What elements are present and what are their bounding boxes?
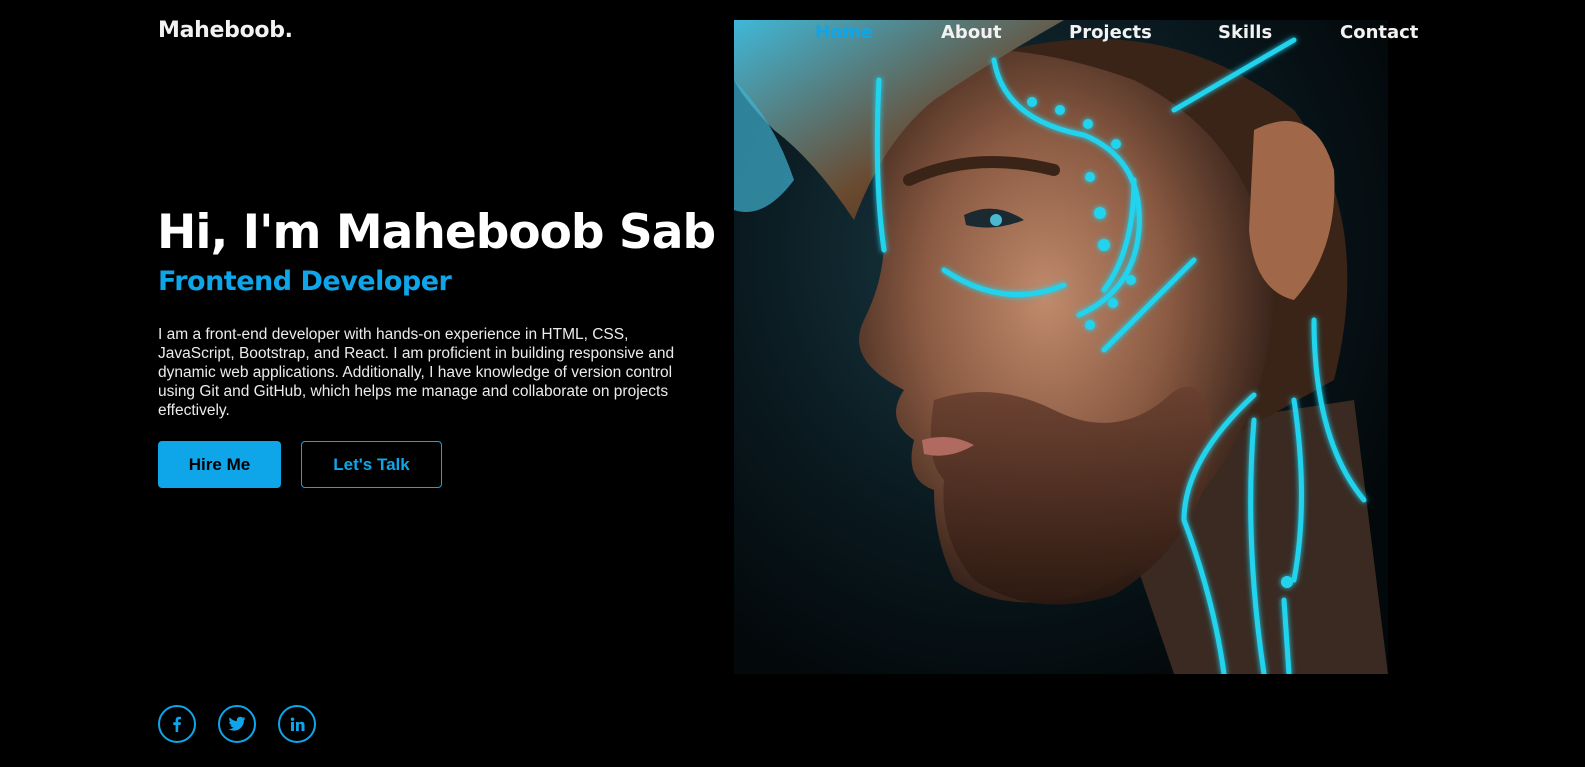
main-nav: Home About Projects Skills Contact (0, 22, 1585, 52)
facebook-icon (173, 716, 181, 732)
nav-item-contact[interactable]: Contact (1340, 22, 1418, 43)
facebook-link[interactable] (158, 705, 196, 743)
hero-subtitle: Frontend Developer (158, 266, 452, 297)
portfolio-page: Maheboob. Home About Projects Skills Con… (0, 0, 1585, 767)
nav-item-projects[interactable]: Projects (1069, 22, 1152, 43)
hero-portrait-image (734, 20, 1388, 674)
nav-item-about[interactable]: About (941, 22, 1002, 43)
hero-title: Hi, I'm Maheboob Sab (157, 205, 716, 260)
linkedin-icon (290, 717, 304, 731)
lets-talk-button[interactable]: Let's Talk (301, 441, 442, 488)
twitter-link[interactable] (218, 705, 256, 743)
portrait-photo-icon (734, 20, 1388, 674)
twitter-icon (228, 716, 246, 731)
hire-me-button[interactable]: Hire Me (158, 441, 281, 488)
hero-description: I am a front-end developer with hands-on… (158, 326, 675, 419)
nav-item-skills[interactable]: Skills (1218, 22, 1272, 43)
nav-item-home[interactable]: Home (815, 22, 873, 43)
linkedin-link[interactable] (278, 705, 316, 743)
page-scrollbar[interactable] (1568, 0, 1585, 767)
